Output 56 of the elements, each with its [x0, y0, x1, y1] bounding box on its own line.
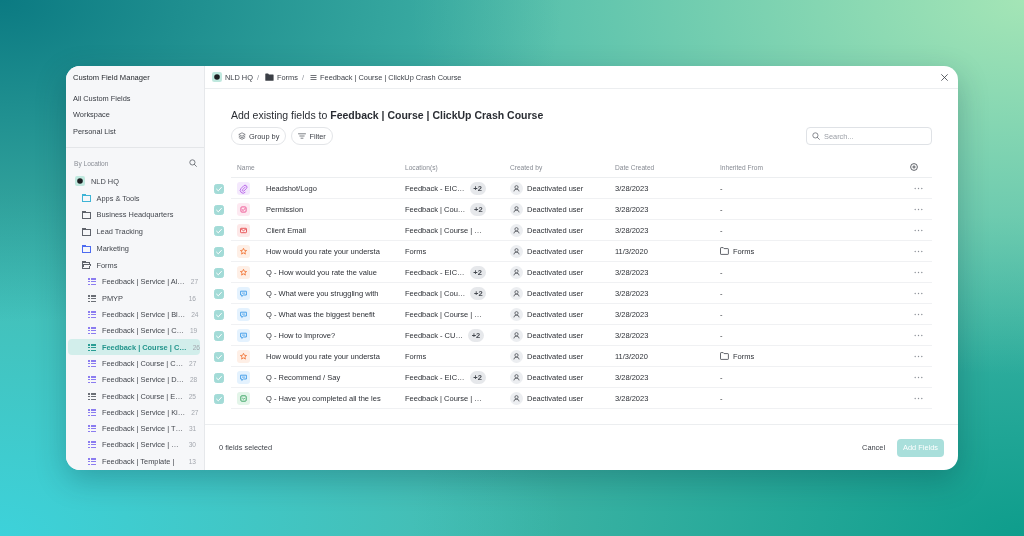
more-icon[interactable] [913, 375, 923, 379]
user-avatar-icon [510, 349, 523, 363]
row-checkbox[interactable] [214, 225, 224, 236]
user-avatar-icon [510, 265, 523, 279]
user-avatar-icon [510, 328, 523, 342]
filter-icon [298, 132, 307, 140]
tick-icon [215, 373, 223, 382]
dot-tile-icon [212, 72, 222, 82]
more-icon[interactable] [913, 291, 923, 295]
tick-icon [215, 247, 223, 256]
row-checkbox[interactable] [214, 330, 224, 341]
more-icon[interactable] [913, 333, 923, 337]
user-avatar-icon [510, 286, 523, 300]
tick-icon [215, 184, 223, 193]
search-icon [812, 132, 820, 140]
folder-icon [265, 73, 274, 81]
tick-icon [215, 205, 223, 214]
more-icon[interactable] [913, 270, 923, 274]
more-icon[interactable] [913, 207, 923, 211]
tick-icon [215, 268, 223, 277]
tick-icon [215, 352, 223, 361]
more-icon[interactable] [913, 396, 923, 400]
user-avatar-icon [510, 202, 523, 216]
more-icon[interactable] [913, 354, 923, 358]
user-avatar-icon [510, 391, 523, 405]
row-checkbox[interactable] [214, 183, 224, 194]
tick-icon [215, 310, 223, 319]
dialog-heading: Add existing fields to Feedback | Course | ClickUp Crash Course [231, 108, 545, 122]
dot-tile-icon [75, 176, 85, 187]
row-checkbox[interactable] [214, 246, 224, 257]
tick-icon [215, 331, 223, 340]
more-icon[interactable] [913, 249, 923, 253]
list-icon [310, 73, 317, 81]
row-checkbox[interactable] [214, 351, 224, 362]
row-checkbox[interactable] [214, 267, 224, 278]
row-checkbox[interactable] [214, 288, 224, 299]
user-avatar-icon [510, 307, 523, 321]
plus-circle-icon[interactable] [910, 163, 918, 171]
more-icon[interactable] [913, 228, 923, 232]
row-checkbox[interactable] [214, 204, 224, 215]
row-checkbox[interactable] [214, 309, 224, 320]
more-icon[interactable] [913, 312, 923, 316]
row-checkbox[interactable] [214, 393, 224, 404]
search-icon[interactable] [189, 159, 197, 168]
close-button[interactable] [939, 71, 950, 83]
tick-icon [215, 394, 223, 403]
tick-icon [215, 289, 223, 298]
layers-icon [238, 132, 246, 140]
close-icon [941, 73, 948, 81]
user-avatar-icon [510, 181, 523, 195]
user-avatar-icon [510, 223, 523, 237]
row-checkbox[interactable] [214, 372, 224, 383]
user-avatar-icon [510, 370, 523, 384]
user-avatar-icon [510, 244, 523, 258]
tick-icon [215, 226, 223, 235]
more-icon[interactable] [913, 186, 923, 190]
